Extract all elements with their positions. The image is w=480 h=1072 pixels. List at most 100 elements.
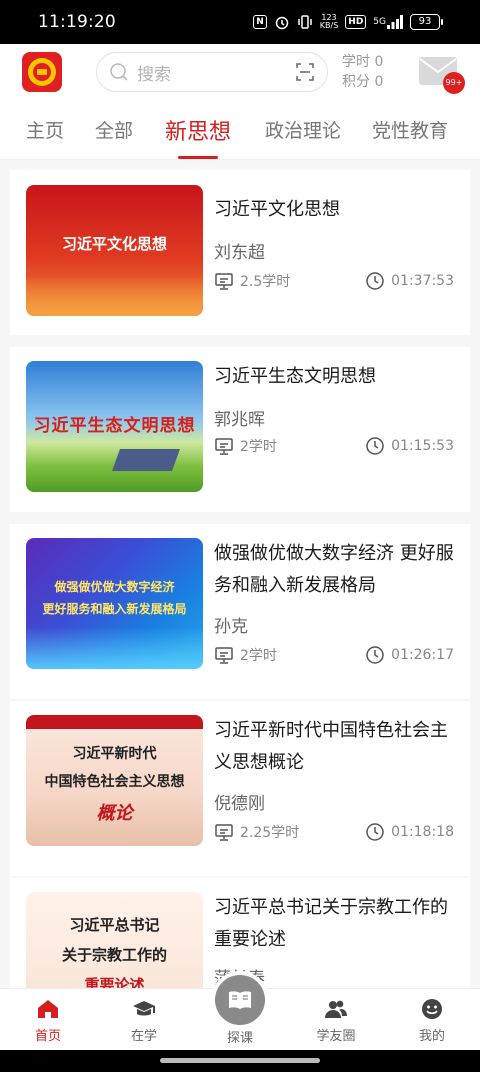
presentation-icon	[215, 824, 233, 841]
course-hours-value: 2.5学时	[240, 274, 291, 290]
alarm-icon	[274, 14, 290, 30]
course-title[interactable]: 习近平文化思想	[214, 194, 454, 226]
signal-icon: 5G	[373, 15, 403, 29]
course-duration-value: 01:15:53	[391, 438, 454, 454]
presentation-icon	[215, 438, 233, 455]
course-thumbnail[interactable]: 习近平生态文明思想	[26, 361, 203, 492]
course-card[interactable]: 做强做优做大数字经济 更好服务和融入新发展格局 做强做优做大数字经济 更好服务和…	[10, 524, 470, 699]
tab-new-thought[interactable]: 新思想	[165, 114, 231, 146]
nav-profile[interactable]: 我的	[402, 997, 462, 1044]
course-title[interactable]: 习近平总书记关于宗教工作的重要论述	[214, 892, 454, 956]
bottom-navigation: 首页 在学 探课 学友圈 我的	[0, 975, 480, 1050]
course-duration: 01:26:17	[365, 645, 454, 665]
thumbnail-decoration	[26, 276, 203, 316]
status-bar: 11:19:20 N 123 KB/S HD 5G 93	[0, 0, 480, 44]
course-hours-value: 2.25学时	[240, 825, 300, 841]
thumbnail-text-line1: 做强做优做大数字经济	[54, 580, 175, 594]
nav-explore-button[interactable]	[215, 975, 265, 1025]
clock-icon	[366, 272, 384, 290]
thumbnail-text-line3: 概论	[96, 803, 133, 824]
scan-icon[interactable]	[295, 62, 315, 82]
presentation-icon	[215, 647, 233, 664]
course-duration: 01:37:53	[365, 271, 454, 291]
course-hours-value: 2学时	[240, 439, 277, 455]
thumbnail-text-line2: 关于宗教工作的	[61, 946, 167, 964]
thumbnail-text: 习近平生态文明思想	[33, 416, 196, 436]
course-hours: 2学时	[214, 645, 277, 665]
status-time: 11:19:20	[38, 12, 116, 32]
course-title[interactable]: 习近平生态文明思想	[214, 361, 454, 393]
status-icons: N 123 KB/S HD 5G 93	[253, 14, 443, 30]
logo-emblem-icon	[28, 58, 56, 86]
search-icon	[110, 63, 128, 81]
search-input[interactable]: 搜索	[137, 60, 295, 85]
tab-home[interactable]: 主页	[26, 116, 64, 143]
search-bar[interactable]: 搜索	[96, 52, 328, 92]
nav-explore-label: 探课	[226, 1031, 253, 1046]
course-list: 习近平文化思想 习近平文化思想 刘东超 2.5学时 01:37:53 习近平生态…	[0, 160, 480, 988]
course-duration: 01:15:53	[365, 436, 454, 456]
book-icon	[229, 991, 251, 1009]
thumbnail-decoration	[26, 627, 203, 669]
network-speed-unit: KB/S	[319, 21, 339, 30]
thumbnail-text-line2: 中国特色社会主义思想	[44, 774, 185, 790]
network-speed: 123 KB/S	[320, 14, 339, 30]
nav-learning[interactable]: 在学	[114, 997, 174, 1044]
course-hours: 2学时	[214, 436, 277, 456]
nav-profile-label: 我的	[418, 1029, 445, 1044]
message-button[interactable]: 99+	[418, 56, 465, 94]
system-home-bar	[0, 1050, 480, 1072]
course-card[interactable]: 习近平文化思想 习近平文化思想 刘东超 2.5学时 01:37:53	[10, 170, 470, 335]
nav-community[interactable]: 学友圈	[306, 997, 366, 1044]
graduation-cap-icon	[133, 1001, 155, 1016]
smiley-icon	[422, 999, 442, 1019]
course-author: 倪德刚	[214, 794, 265, 814]
course-thumbnail[interactable]: 习近平总书记 关于宗教工作的 重要论述	[26, 892, 203, 988]
tab-all[interactable]: 全部	[95, 116, 133, 143]
course-thumbnail[interactable]: 习近平文化思想	[26, 185, 203, 316]
nav-home[interactable]: 首页	[18, 997, 78, 1044]
course-author: 刘东超	[214, 243, 265, 263]
thumbnail-text: 习近平文化思想	[61, 235, 167, 253]
course-thumbnail[interactable]: 做强做优做大数字经济 更好服务和融入新发展格局	[26, 538, 203, 669]
app-header: 搜索 学时 0 积分 0 99+	[0, 44, 480, 102]
course-hours: 2.5学时	[214, 271, 290, 291]
nav-home-label: 首页	[34, 1029, 61, 1044]
clock-icon	[366, 437, 384, 455]
points: 积分 0	[342, 74, 384, 90]
course-hours-value: 2学时	[240, 648, 277, 664]
nfc-icon: N	[253, 15, 267, 29]
clock-icon	[366, 646, 384, 664]
course-title[interactable]: 做强做优做大数字经济 更好服务和融入新发展格局	[214, 538, 454, 602]
home-icon	[38, 1000, 58, 1018]
course-duration-value: 01:37:53	[391, 273, 454, 289]
thumbnail-decoration	[26, 715, 203, 729]
clock-icon	[366, 823, 384, 841]
user-stats: 学时 0 积分 0	[342, 52, 383, 92]
course-title[interactable]: 习近平新时代中国特色社会主义思想概论	[214, 715, 454, 779]
tab-political-theory[interactable]: 政治理论	[265, 116, 341, 143]
active-tab-indicator	[178, 156, 218, 159]
course-card[interactable]: 习近平生态文明思想 习近平生态文明思想 郭兆晖 2学时 01:15:53	[10, 347, 470, 512]
vibrate-icon	[297, 14, 313, 30]
course-duration: 01:18:18	[365, 822, 454, 842]
tab-party-education[interactable]: 党性教育	[372, 116, 448, 143]
thumbnail-text-line2: 更好服务和融入新发展格局	[42, 602, 187, 616]
course-card[interactable]: 习近平总书记 关于宗教工作的 重要论述 习近平总书记关于宗教工作的重要论述 蒲长…	[10, 878, 470, 988]
thumbnail-text-line1: 习近平总书记	[69, 916, 160, 934]
course-thumbnail[interactable]: 习近平新时代 中国特色社会主义思想 概论	[26, 715, 203, 846]
course-duration-value: 01:18:18	[391, 824, 454, 840]
network-type: 5G	[373, 17, 386, 27]
thumbnail-text-line3: 重要论述	[84, 976, 145, 988]
home-indicator[interactable]	[160, 1058, 320, 1063]
nav-learning-label: 在学	[130, 1029, 157, 1044]
course-card[interactable]: 习近平新时代 中国特色社会主义思想 概论 习近平新时代中国特色社会主义思想概论 …	[10, 701, 470, 876]
study-hours: 学时 0	[342, 54, 384, 70]
app-logo[interactable]	[22, 52, 62, 92]
course-duration-value: 01:26:17	[391, 647, 454, 663]
course-author: 郭兆晖	[214, 410, 265, 430]
nav-community-label: 学友圈	[316, 1029, 356, 1044]
course-author: 孙克	[214, 617, 248, 637]
course-hours: 2.25学时	[214, 822, 299, 842]
thumbnail-text-line1: 习近平新时代	[72, 746, 157, 762]
